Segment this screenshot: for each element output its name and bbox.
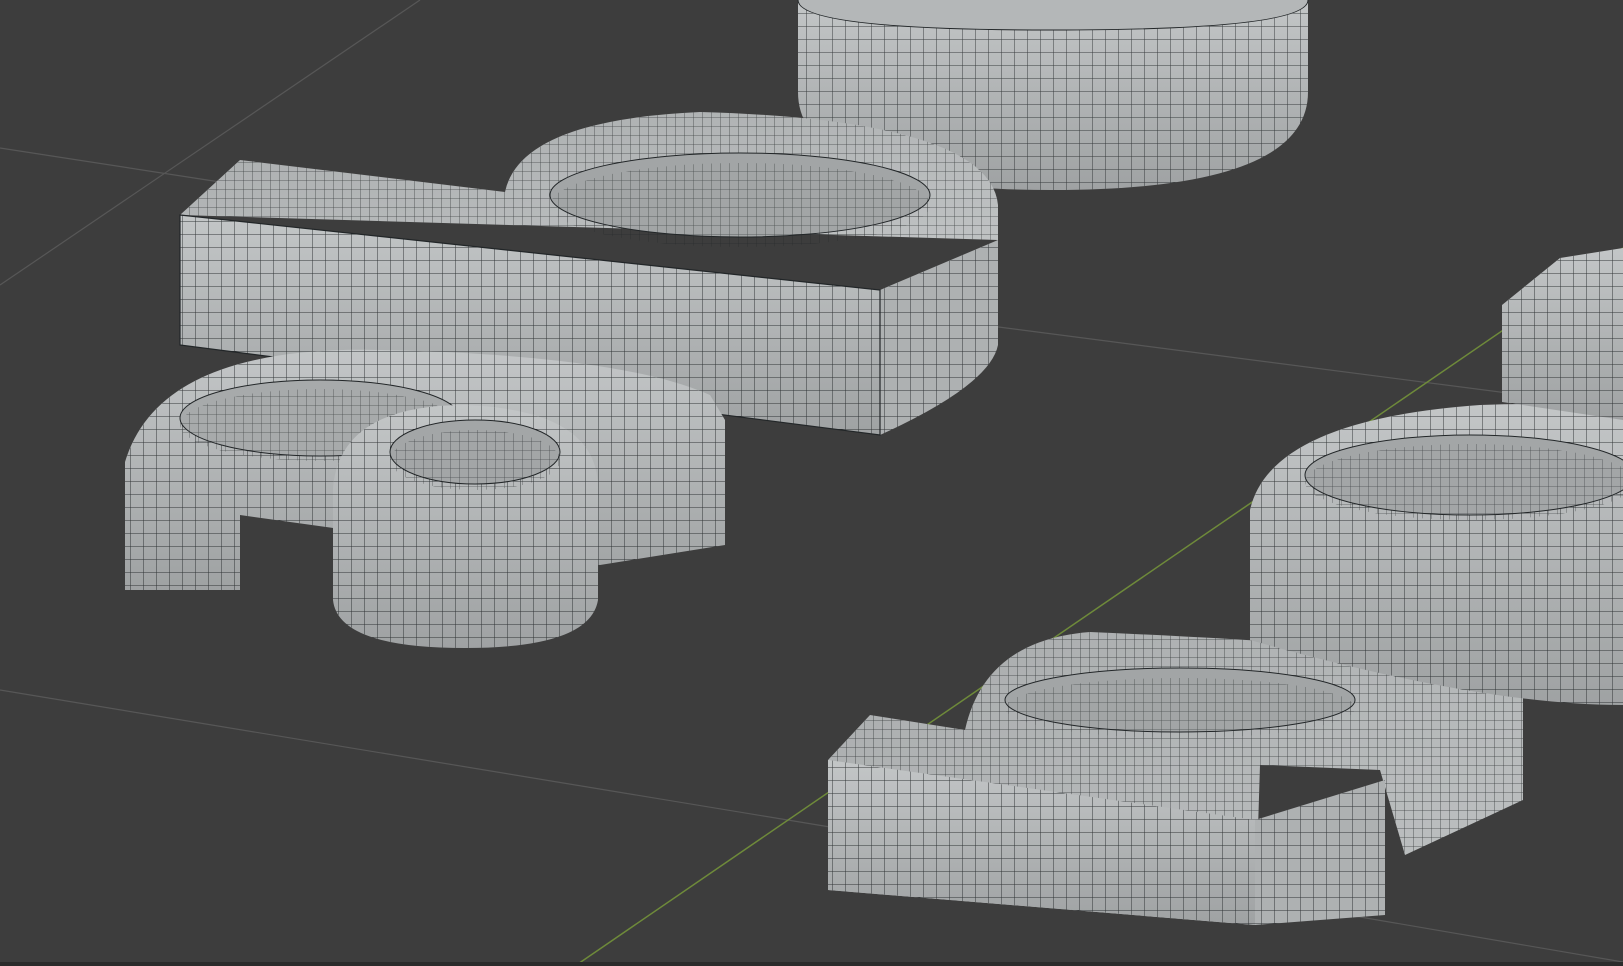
3d-viewport[interactable] xyxy=(0,0,1623,966)
viewport-canvas[interactable] xyxy=(0,0,1623,966)
viewport-bottom-edge xyxy=(0,962,1623,966)
